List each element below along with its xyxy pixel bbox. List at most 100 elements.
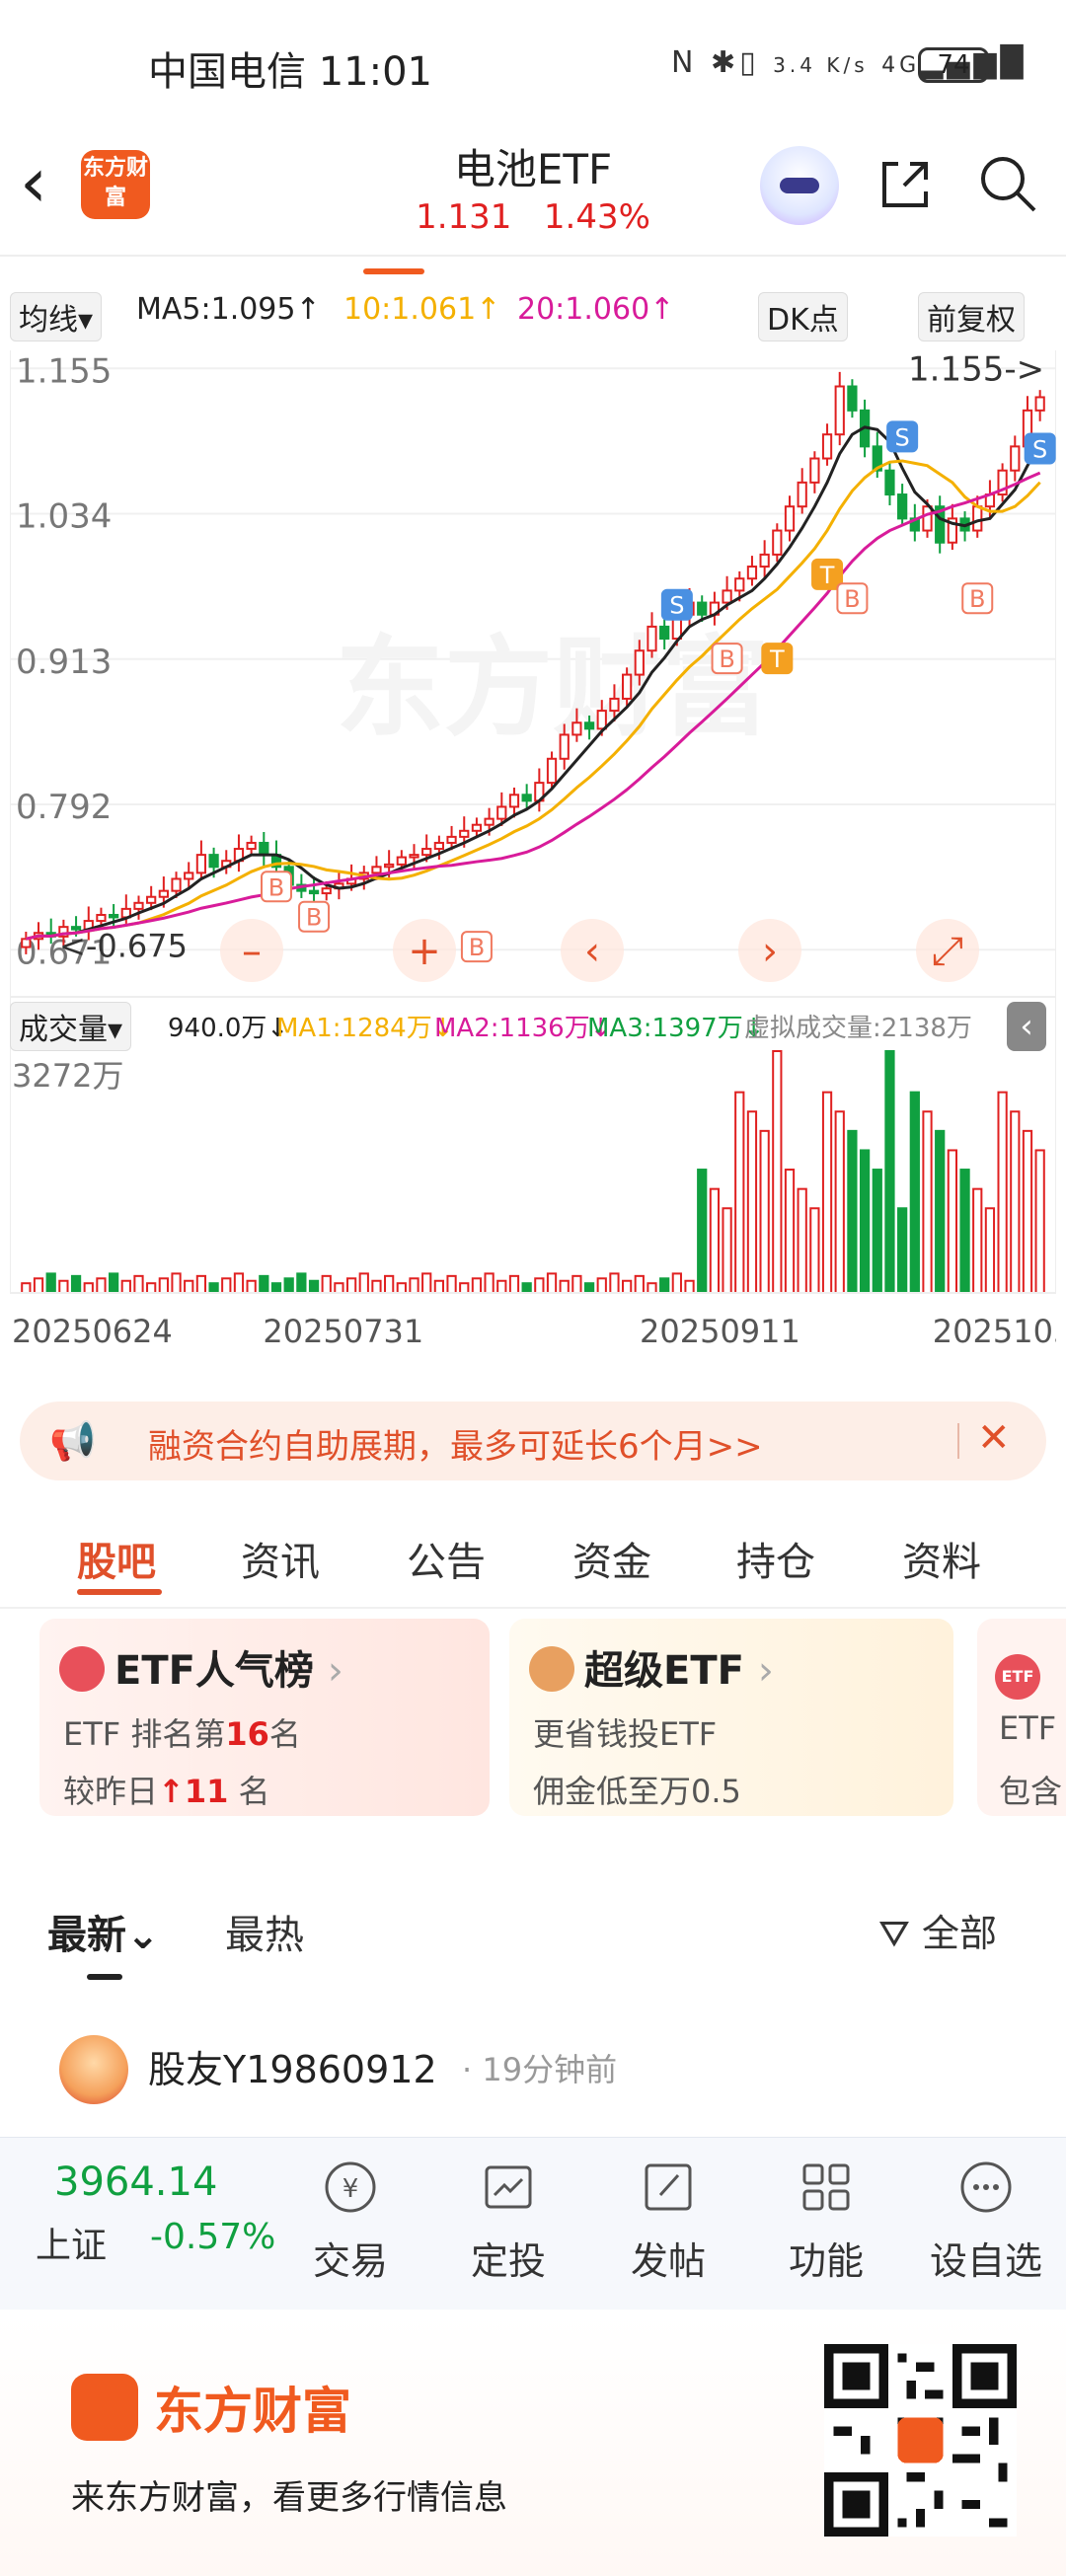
sort-hot[interactable]: 最热 xyxy=(225,1903,304,1960)
volume-bar xyxy=(1022,1129,1033,1294)
volume-select[interactable]: 成交量▾ xyxy=(10,1002,132,1051)
filter-button[interactable]: ⛛ 全部 xyxy=(878,1903,997,1957)
volume-bar xyxy=(821,1091,833,1295)
zoom-out-icon[interactable]: – xyxy=(220,919,283,982)
tab-news[interactable]: 资讯 xyxy=(241,1530,320,1587)
super-etf-card[interactable]: 超级ETF › 更省钱投ETF 佣金低至万0.5 xyxy=(509,1619,953,1816)
candle xyxy=(546,757,558,785)
third-card[interactable]: ETF ETF 包含 xyxy=(977,1619,1066,1816)
candle xyxy=(596,710,607,730)
x-tick-label: 20250731 xyxy=(263,1313,423,1350)
etf-popularity-card[interactable]: ETF人气榜 › ETF 排名第16名 较昨日↑11 名 xyxy=(39,1619,490,1816)
search-icon[interactable] xyxy=(977,153,1038,214)
promo-banner[interactable]: 📢 融资合约自助展期，最多可延长6个月>> ✕ xyxy=(20,1402,1046,1480)
index-value[interactable]: 3964.14 xyxy=(54,2159,217,2205)
post-item[interactable]: 股友Y19860912 · 19分钟前 xyxy=(0,2013,1066,2132)
qr-code-icon[interactable] xyxy=(824,2344,1017,2537)
signal-marker-S[interactable]: S xyxy=(660,588,693,621)
status-bar: 中国电信 11:01 N ✱▯ 3.4 K/s 4G▂▄▆█ 74 xyxy=(0,0,1066,138)
trade-button[interactable]: ¥ 交易 xyxy=(286,2158,415,2285)
candle xyxy=(133,901,144,910)
candle xyxy=(521,794,532,802)
avatar[interactable] xyxy=(59,2035,128,2104)
ma20-value: 20:1.060↑ xyxy=(517,292,675,327)
signal-marker-B[interactable]: B xyxy=(261,871,292,903)
ai-assistant-icon[interactable] xyxy=(760,146,839,225)
adjust-button[interactable]: 前复权 xyxy=(918,292,1025,341)
volume-bar xyxy=(521,1282,532,1295)
svg-text:‹: ‹ xyxy=(584,929,600,974)
close-icon[interactable]: ✕ xyxy=(977,1415,1011,1461)
volume-bar xyxy=(697,1169,708,1294)
footer: 东方财富 来东方财富，看更多行情信息 xyxy=(0,2314,1066,2576)
signal-marker-B[interactable]: B xyxy=(836,582,869,615)
volume-bar xyxy=(959,1169,970,1294)
volume-bar xyxy=(772,1050,783,1294)
candle xyxy=(371,866,382,874)
candle xyxy=(897,493,908,520)
index-name[interactable]: 上证 xyxy=(36,2217,107,2268)
volume-bar xyxy=(997,1091,1008,1295)
sort-latest[interactable]: 最新⌄ xyxy=(47,1903,160,1960)
tab-funds[interactable]: 资金 xyxy=(572,1530,651,1587)
volume-bar xyxy=(746,1110,758,1294)
candle xyxy=(884,469,895,496)
x-tick-label: 20251031 xyxy=(933,1313,1056,1350)
features-button[interactable]: 功能 xyxy=(762,2158,890,2285)
tab-announcements[interactable]: 公告 xyxy=(407,1530,486,1587)
candle xyxy=(496,805,507,820)
signal-marker-S[interactable]: S xyxy=(886,420,919,453)
more-icon xyxy=(960,2161,1012,2213)
volume-bar xyxy=(171,1272,182,1295)
dk-point-button[interactable]: DK点 xyxy=(758,292,848,341)
signal-marker-B[interactable]: B xyxy=(460,931,493,963)
rank-text: ETF 排名第16名 xyxy=(63,1715,301,1753)
signal-marker-T[interactable]: T xyxy=(811,558,844,590)
collapse-icon[interactable]: ‹ xyxy=(1007,1002,1046,1051)
kline-chart[interactable]: 1.1551.0340.9130.7920.671东方财富BBBSB TTBSBS… xyxy=(10,341,1056,1372)
period-tab-indicator xyxy=(363,268,424,274)
watchlist-button[interactable]: 设自选 xyxy=(922,2158,1050,2285)
volume-bar xyxy=(21,1282,32,1295)
candle xyxy=(109,913,119,919)
banner-text: 融资合约自助展期，最多可延长6个月>> xyxy=(148,1427,763,1467)
post-button[interactable]: 发帖 xyxy=(604,2158,732,2285)
share-icon[interactable] xyxy=(876,156,934,213)
volume-bar xyxy=(922,1110,933,1294)
volume-bar xyxy=(947,1149,958,1295)
signal-marker-B[interactable]: B xyxy=(298,900,331,933)
signal-marker-T[interactable]: T xyxy=(761,643,794,675)
volume-bar xyxy=(184,1279,194,1294)
ma-type-select[interactable]: 均线▾ xyxy=(10,292,103,341)
signal-marker-S[interactable]: S xyxy=(1024,432,1056,465)
candle xyxy=(158,889,169,898)
tab-guba[interactable]: 股吧 xyxy=(77,1530,156,1587)
tab-profile[interactable]: 资料 xyxy=(902,1530,981,1587)
candle xyxy=(1010,445,1021,472)
volume-bar xyxy=(784,1169,796,1294)
nav-right-icon[interactable]: › xyxy=(738,919,801,982)
signal-marker-B[interactable]: B xyxy=(961,582,994,615)
post-username[interactable]: 股友Y19860912 xyxy=(148,2039,437,2093)
volume-bar xyxy=(146,1282,157,1295)
volume-bar xyxy=(270,1282,282,1295)
fixed-invest-button[interactable]: 定投 xyxy=(444,2158,572,2285)
volume-ma3: MA3:1397万↓ xyxy=(587,1014,765,1043)
volume-bar xyxy=(759,1129,770,1294)
svg-text:›: › xyxy=(762,929,778,974)
signal-marker-B[interactable]: B xyxy=(711,643,743,675)
index-change[interactable]: -0.57% xyxy=(150,2217,275,2257)
volume-bar xyxy=(734,1091,745,1295)
x-tick-label: 20250911 xyxy=(640,1313,800,1350)
volume-bar xyxy=(321,1274,332,1294)
volume-bar xyxy=(534,1277,545,1294)
volume-bar xyxy=(834,1110,845,1294)
volume-bar xyxy=(283,1277,294,1294)
tab-holdings[interactable]: 持仓 xyxy=(736,1530,815,1587)
candle xyxy=(321,887,332,895)
expand-icon[interactable]: ⤢ xyxy=(916,919,979,982)
volume-bar xyxy=(246,1279,257,1294)
zoom-in-icon[interactable]: + xyxy=(393,919,456,982)
nav-left-icon[interactable]: ‹ xyxy=(561,919,624,982)
battery-icon: 74 xyxy=(918,47,989,83)
